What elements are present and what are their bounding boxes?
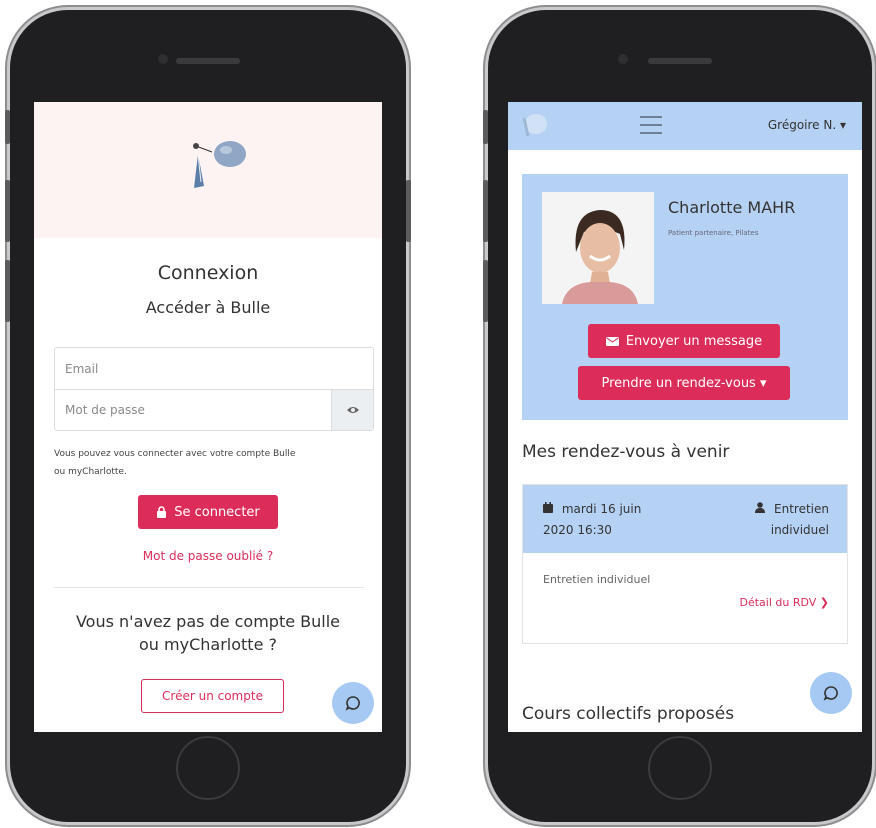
no-account-line-1: Vous n'avez pas de compte Bulle	[75, 612, 341, 631]
chat-button[interactable]	[332, 682, 374, 724]
chat-bubble-icon	[823, 686, 838, 701]
user-icon	[755, 502, 766, 513]
divider	[54, 587, 364, 588]
chat-button[interactable]	[810, 672, 852, 714]
user-menu-dropdown[interactable]: Grégoire N. ▾	[768, 118, 846, 132]
logo-band	[34, 102, 382, 238]
page-subtitle: Accéder à Bulle	[145, 298, 271, 317]
phone-right: Grégoire N. ▾ Charlotte MAHR Patient par…	[483, 10, 872, 822]
book-appointment-label: Prendre un rendez-vous ▾	[601, 375, 767, 391]
book-appointment-button[interactable]: Prendre un rendez-vous ▾	[578, 366, 790, 400]
power-button	[406, 180, 411, 242]
top-navbar: Grégoire N. ▾	[508, 102, 862, 150]
dashboard-screen: Grégoire N. ▾ Charlotte MAHR Patient par…	[508, 102, 862, 732]
login-screen: Connexion Accéder à Bulle Email Mot de p…	[34, 102, 382, 732]
volume-up-button	[5, 180, 10, 242]
login-help-text: Vous pouvez vous connecter avec votre co…	[54, 445, 370, 481]
show-password-button[interactable]	[331, 390, 373, 430]
appointment-type-line2: individuel	[770, 523, 829, 537]
appointment-description: Entretien individuel	[543, 573, 651, 586]
group-courses-heading: Cours collectifs proposés	[522, 704, 735, 724]
bulle-logo-icon[interactable]	[516, 108, 550, 142]
upcoming-appointments-heading: Mes rendez-vous à venir	[522, 442, 730, 462]
no-account-heading: Vous n'avez pas de compte Bulle ou myCha…	[34, 610, 382, 656]
mute-switch	[5, 110, 10, 144]
appointment-date-line2: 2020 16:30	[543, 523, 612, 537]
bulle-logo-icon	[193, 141, 246, 188]
appointment-card: mardi 16 juin 2020 16:30 Entretien indiv…	[522, 484, 848, 644]
eye-icon	[346, 407, 359, 413]
front-camera	[158, 54, 168, 64]
envelope-icon	[605, 336, 619, 346]
create-account-button[interactable]: Créer un compte	[141, 679, 284, 713]
password-placeholder: Mot de passe	[65, 403, 145, 417]
forgot-password-link[interactable]: Mot de passe oublié ?	[34, 549, 382, 563]
earpiece-speaker	[176, 58, 240, 64]
phone-left: Connexion Accéder à Bulle Email Mot de p…	[5, 10, 411, 822]
login-form: Email Mot de passe	[54, 347, 374, 431]
lock-icon	[157, 506, 167, 518]
calendar-icon	[543, 502, 553, 513]
help-line-1: Vous pouvez vous connecter avec votre co…	[54, 449, 296, 459]
password-field[interactable]: Mot de passe	[55, 389, 373, 430]
page-title: Connexion	[157, 262, 259, 284]
send-message-label: Envoyer un message	[625, 333, 763, 349]
login-button-label: Se connecter	[174, 504, 260, 520]
no-account-line-2: ou myCharlotte ?	[139, 635, 277, 654]
menu-hamburger-icon[interactable]	[640, 116, 662, 134]
avatar	[542, 192, 654, 304]
home-button	[176, 736, 240, 800]
appointment-date-line1: mardi 16 juin	[561, 502, 642, 516]
email-field[interactable]: Email	[55, 348, 373, 389]
appointment-type-line1: Entretien	[774, 502, 829, 516]
earpiece-speaker	[648, 58, 712, 64]
mute-switch	[483, 110, 488, 144]
appointment-header: mardi 16 juin 2020 16:30 Entretien indiv…	[523, 485, 847, 553]
appointment-type: Entretien individuel	[755, 499, 829, 541]
home-button	[648, 736, 712, 800]
appointment-detail-link[interactable]: Détail du RDV ❯	[523, 596, 847, 609]
volume-up-button	[483, 180, 488, 242]
chat-bubble-icon	[345, 696, 360, 711]
volume-down-button	[5, 260, 10, 322]
help-line-2: ou myCharlotte.	[54, 467, 127, 477]
login-button[interactable]: Se connecter	[138, 495, 278, 529]
appointment-date: mardi 16 juin 2020 16:30	[543, 499, 641, 541]
front-camera	[618, 54, 628, 64]
send-message-button[interactable]: Envoyer un message	[588, 324, 780, 358]
profile-role: Patient partenaire, Pilates	[668, 229, 759, 237]
profile-card: Charlotte MAHR Patient partenaire, Pilat…	[522, 174, 848, 420]
profile-name: Charlotte MAHR	[668, 198, 796, 217]
volume-down-button	[483, 260, 488, 322]
email-placeholder: Email	[65, 361, 99, 376]
profile-photo	[542, 192, 654, 304]
